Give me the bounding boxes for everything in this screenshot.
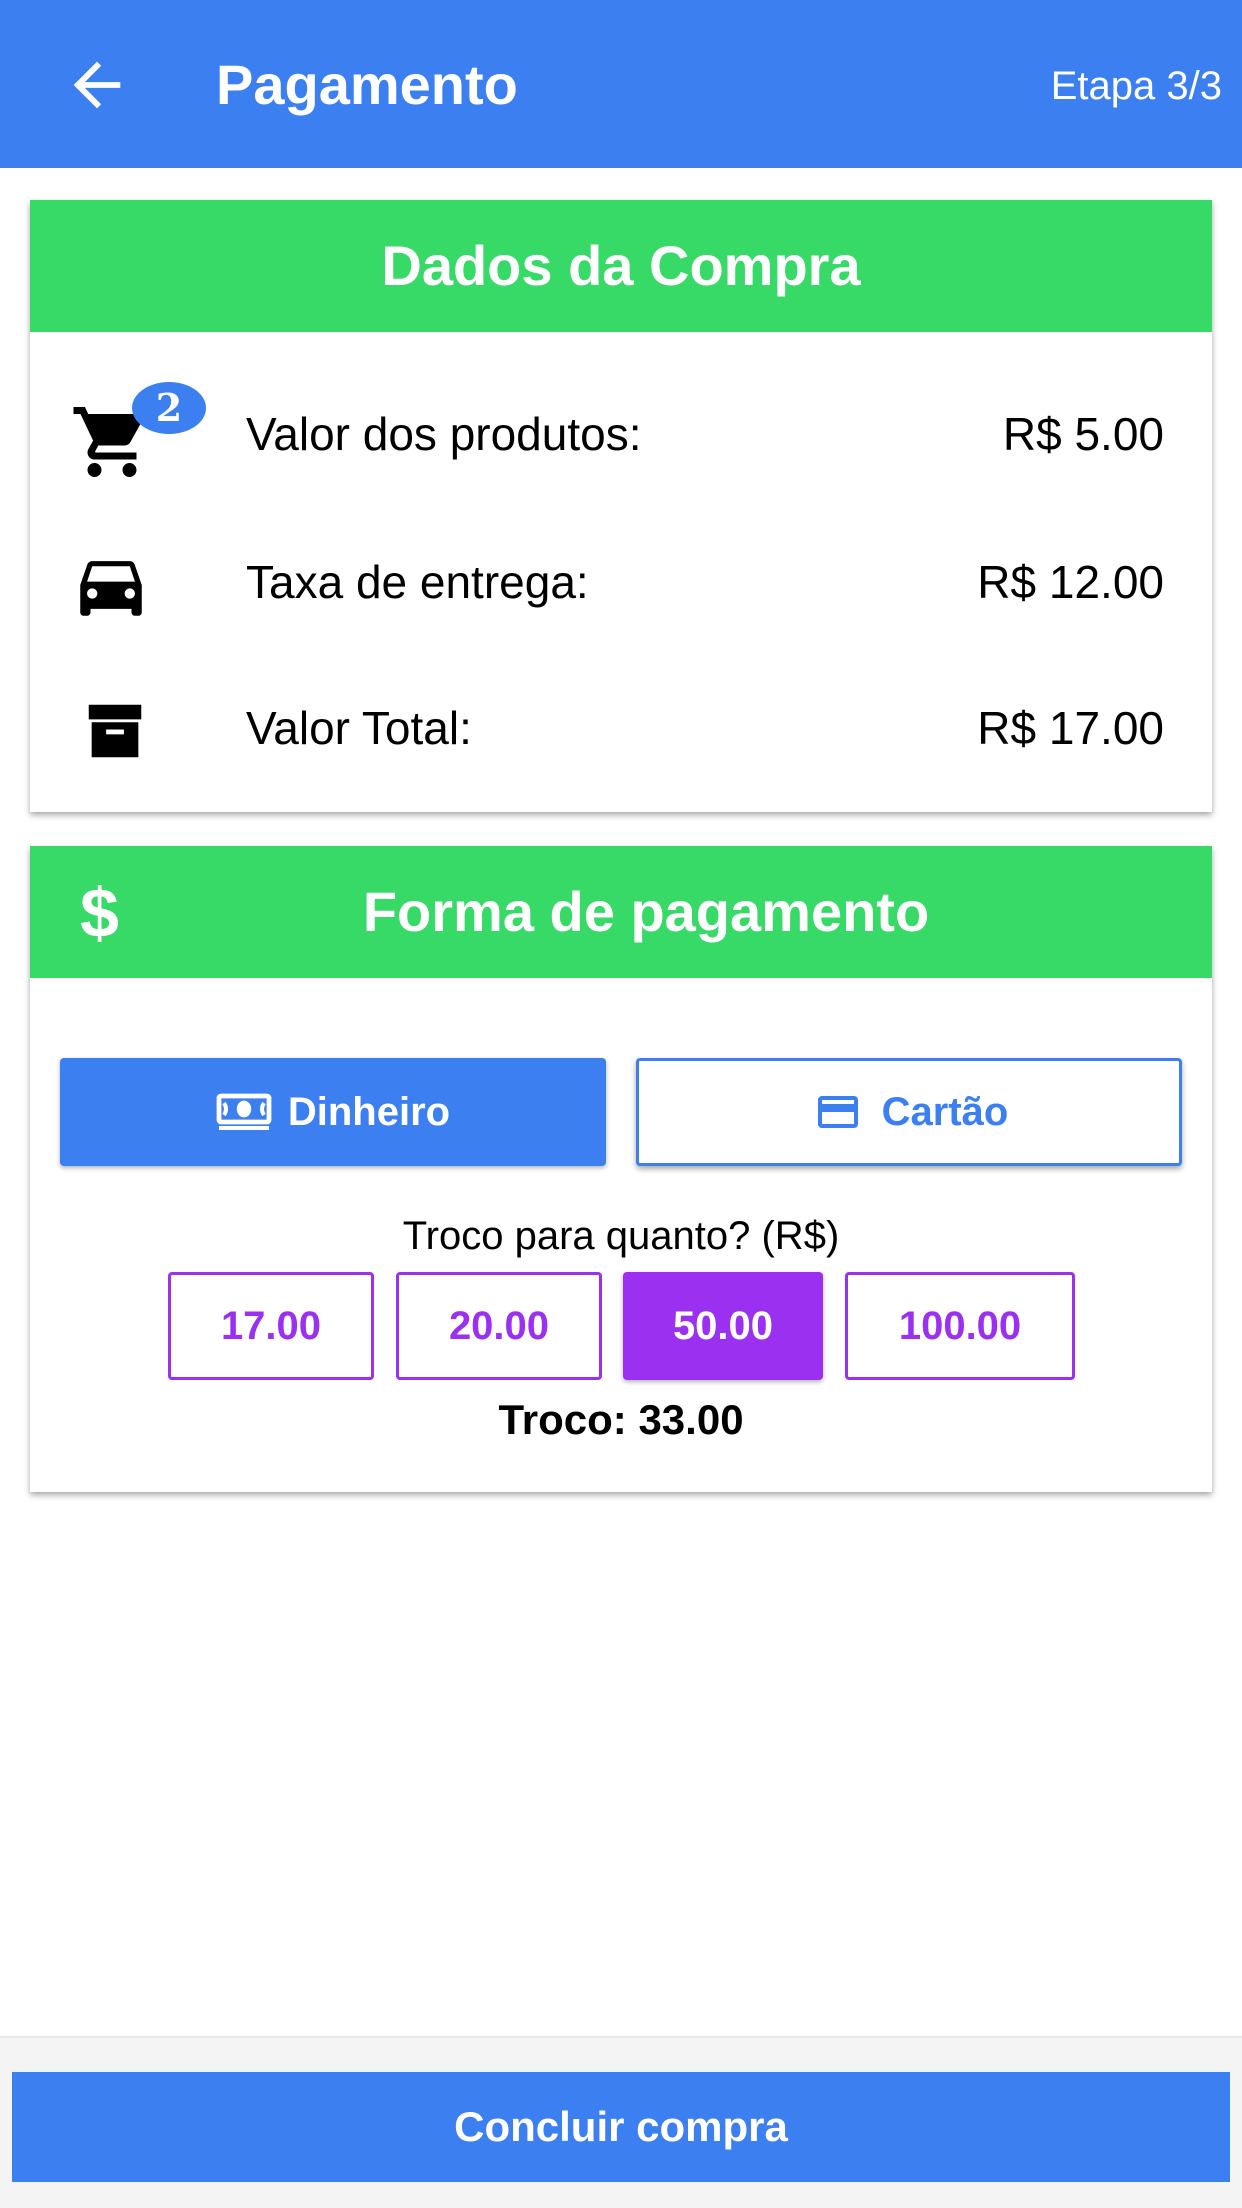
arrow-back-icon[interactable] xyxy=(62,50,132,120)
app-bar: Pagamento Etapa 3/3 xyxy=(0,0,1242,168)
archive-box-icon xyxy=(88,704,142,758)
purchase-summary-header: Dados da Compra xyxy=(30,200,1212,332)
confirm-purchase-button[interactable]: Concluir compra xyxy=(12,2072,1230,2182)
change-option-20[interactable]: 20.00 xyxy=(396,1272,602,1380)
page-title: Pagamento xyxy=(216,53,518,116)
car-icon xyxy=(80,561,142,616)
payment-method-card: $ Forma de pagamento Dinheiro Cartão Tro… xyxy=(30,846,1212,1492)
bottom-bar: Concluir compra xyxy=(0,2036,1242,2208)
change-result: Troco: 33.00 xyxy=(498,1396,744,1443)
cash-payment-label: Dinheiro xyxy=(287,1089,451,1134)
products-value-row: 2 Valor dos produtos: R$ 5.00 xyxy=(30,382,1212,482)
card-payment-button[interactable]: Cartão xyxy=(636,1058,1182,1166)
change-question: Troco para quanto? (R$) xyxy=(402,1214,840,1258)
total-value-amount: R$ 17.00 xyxy=(977,702,1164,754)
card-payment-label: Cartão xyxy=(881,1089,1009,1134)
cart-count-badge: 2 xyxy=(132,382,206,434)
products-value-label: Valor dos produtos: xyxy=(246,408,642,460)
delivery-fee-amount: R$ 12.00 xyxy=(977,556,1164,608)
delivery-fee-row: Taxa de entrega: R$ 12.00 xyxy=(30,530,1212,630)
products-value-amount: R$ 5.00 xyxy=(1002,408,1164,460)
money-icon xyxy=(216,1093,272,1130)
delivery-fee-label: Taxa de entrega: xyxy=(246,556,589,608)
purchase-summary-card: Dados da Compra 2 Valor dos produtos: R$… xyxy=(30,200,1212,812)
change-option-17[interactable]: 17.00 xyxy=(168,1272,374,1380)
change-option-50[interactable]: 50.00 xyxy=(623,1272,823,1380)
step-indicator: Etapa 3/3 xyxy=(1050,64,1222,108)
cash-payment-button[interactable]: Dinheiro xyxy=(60,1058,606,1166)
purchase-summary-title: Dados da Compra xyxy=(381,234,861,297)
payment-method-header: $ Forma de pagamento xyxy=(30,846,1212,978)
total-value-row: Valor Total: R$ 17.00 xyxy=(30,676,1212,776)
payment-method-title: Forma de pagamento xyxy=(362,880,930,943)
credit-card-icon xyxy=(817,1096,858,1128)
change-option-100[interactable]: 100.00 xyxy=(845,1272,1075,1380)
total-value-label: Valor Total: xyxy=(246,702,472,754)
